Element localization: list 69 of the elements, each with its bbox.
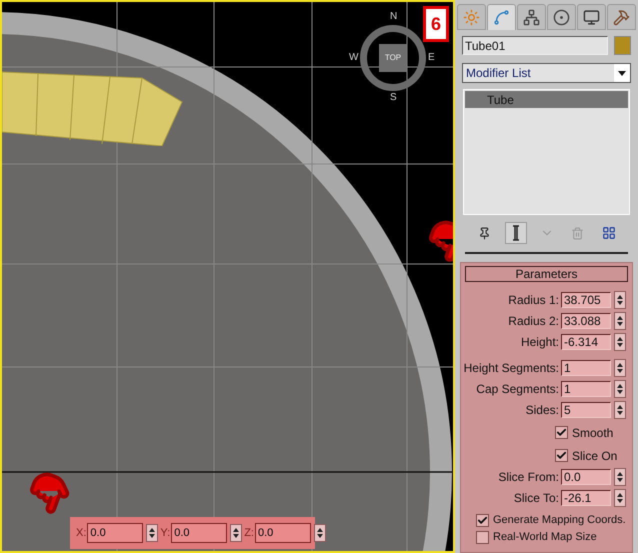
create-icon: [463, 8, 480, 26]
parameter-label: Cap Segments:: [476, 380, 559, 398]
rollout-header[interactable]: Parameters: [465, 266, 628, 282]
viewport-badge: 6: [423, 6, 449, 42]
compass-label: N: [389, 12, 398, 22]
pin-icon: [478, 226, 491, 240]
pillar-icon: [512, 225, 520, 241]
object-color-swatch[interactable]: [614, 36, 631, 55]
checkbox-label: Slice On: [572, 448, 618, 464]
spinner-arrows[interactable]: [146, 524, 158, 542]
parameter-field[interactable]: 5: [561, 402, 611, 418]
panel-tab[interactable]: [577, 4, 606, 30]
parameter-field[interactable]: 1: [561, 380, 611, 396]
compass-label: W: [348, 53, 360, 63]
coordinate-field[interactable]: 0.0: [254, 523, 311, 543]
spinner-arrows[interactable]: [230, 524, 242, 542]
spinner-arrows[interactable]: [614, 488, 626, 506]
panel-tab[interactable]: [487, 4, 516, 30]
viewcube-face[interactable]: TOP: [379, 44, 407, 72]
parameter-field[interactable]: 38.705: [561, 292, 611, 308]
checkbox[interactable]: [476, 531, 489, 544]
checkbox[interactable]: [476, 514, 489, 527]
compass-label: S: [389, 93, 398, 103]
parameter-label: Height:: [520, 334, 559, 350]
checkbox[interactable]: [555, 426, 568, 439]
parameter-field[interactable]: 1: [561, 360, 611, 376]
utilities-icon: [613, 8, 630, 26]
hierarchy-icon: [523, 8, 540, 26]
coordinate-field[interactable]: 0.0: [171, 523, 228, 543]
spinner-arrows[interactable]: [314, 524, 326, 542]
checkbox-label: Smooth: [572, 424, 614, 442]
panel-tab[interactable]: [517, 4, 546, 30]
checkbox-label: Real-World Map Size: [493, 530, 597, 546]
parameter-label: Radius 2:: [508, 312, 559, 330]
parameter-field[interactable]: -6.314: [561, 334, 611, 350]
motion-icon: [553, 8, 570, 26]
spinner-arrows[interactable]: [614, 468, 626, 486]
parameter-label: Sides:: [526, 402, 559, 418]
parameter-field[interactable]: 33.088: [561, 312, 611, 328]
axis-label: Y:: [160, 526, 170, 541]
checkbox[interactable]: [555, 449, 568, 462]
trash-icon: [571, 226, 584, 240]
parameter-label: Height Segments:: [464, 360, 559, 376]
grid-icon: [602, 226, 616, 240]
spinner-arrows[interactable]: [614, 290, 626, 308]
modify-icon: [493, 9, 510, 26]
display-icon: [583, 8, 600, 26]
parameter-label: Slice To:: [514, 490, 559, 506]
spinner-arrows[interactable]: [614, 312, 626, 330]
viewport[interactable]: N W TOP E S 6 X: 0.0 Y: 0.0 Z: 0.0: [0, 0, 455, 553]
compass-label: E: [427, 53, 436, 63]
panel-tab[interactable]: [607, 4, 636, 30]
spinner-arrows[interactable]: [614, 358, 626, 376]
parameter-label: Radius 1:: [508, 292, 559, 308]
stack-item[interactable]: Tube: [465, 91, 628, 108]
checkbox-label: Generate Mapping Coords.: [493, 513, 626, 528]
panel-tab[interactable]: [547, 4, 576, 30]
spinner-arrows[interactable]: [614, 400, 626, 418]
stack-tool-button[interactable]: [504, 222, 526, 244]
spinner-arrows[interactable]: [614, 332, 626, 350]
parameter-label: Slice From:: [498, 468, 559, 486]
coordinate-field[interactable]: 0.0: [87, 523, 144, 543]
spinner-arrows[interactable]: [614, 380, 626, 398]
axis-label: X:: [76, 526, 86, 541]
object-name-field[interactable]: Tube01: [462, 36, 608, 55]
modifier-list-dropdown[interactable]: Modifier List: [462, 63, 631, 83]
axis-label: Z:: [244, 526, 254, 541]
parameter-field[interactable]: 0.0: [561, 468, 611, 484]
parameter-field[interactable]: -26.1: [561, 490, 611, 506]
